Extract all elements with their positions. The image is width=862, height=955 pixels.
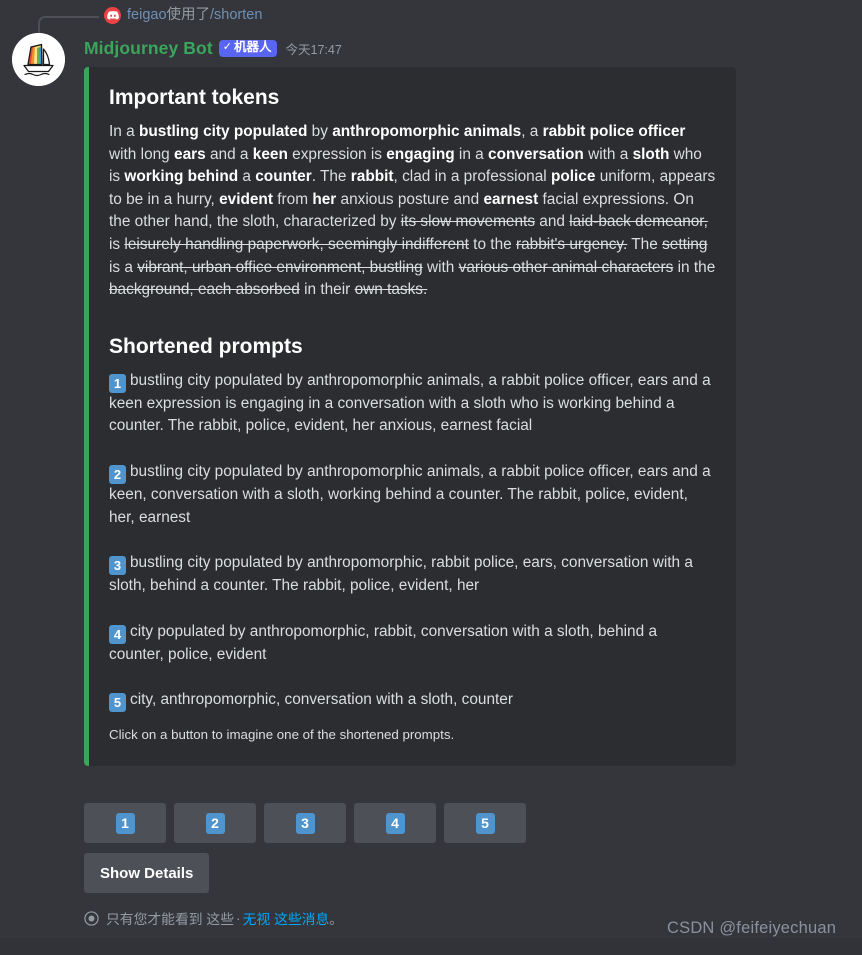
button-number-keycap: 1 [115,812,135,834]
token-segment: rabbit police officer [542,123,686,140]
token-segment: various other animal characters [458,258,674,276]
embed-container: Important tokens In a bustling city popu… [84,67,736,767]
token-segment: sloth [632,145,670,163]
bot-badge-label: 机器人 [233,40,272,55]
page-background-bottom [0,938,862,955]
token-segment: working behind [124,168,239,186]
dismiss-messages-link[interactable]: 这些消息 [274,908,329,928]
prompt-text: bustling city populated by anthropomorph… [109,554,693,595]
reply-connector-line-horizontal [62,16,99,18]
embed-title-important-tokens: Important tokens [109,86,280,109]
imagine-prompt-button-1[interactable]: 1 [84,803,166,843]
token-segment: own tasks. [354,281,428,299]
token-segment: rabbit [350,168,394,186]
ephemeral-text-after: 。 [329,912,344,927]
shortened-prompt-item: 5 city, anthropomorphic, conversation wit… [109,689,716,713]
discord-logo-icon [104,7,121,24]
token-segment: police [550,168,596,186]
prompt-number-keycap: 3 [109,556,126,576]
button-number-keycap: 3 [295,812,315,834]
midjourney-sailboat-icon [12,33,65,86]
token-segment: counter [255,168,312,186]
token-segment: anthropomorphic animals [332,123,522,140]
token-segment: earnest [483,190,539,208]
eye-icon [84,910,99,926]
shortened-prompt-item: 3 bustling city populated by anthropomorp… [109,552,716,598]
ephemeral-separator: · [236,910,241,926]
token-segment: engaging [386,145,455,163]
author-name[interactable]: Midjourney Bot [84,38,213,59]
token-segment: her [312,190,337,208]
imagine-prompt-button-5[interactable]: 5 [444,803,526,843]
button-number-keycap: 4 [385,812,405,834]
shortened-prompt-item: 2 bustling city populated by anthropomorp… [109,461,716,529]
prompt-text: bustling city populated by anthropomorph… [109,462,711,526]
imagine-prompt-button-2[interactable]: 2 [174,803,256,843]
avatar[interactable] [12,33,65,86]
dismiss-link[interactable]: 无视 [243,908,271,928]
button-number-keycap: 2 [205,812,225,834]
command-context-row: feigao使用了/shorten [0,0,862,38]
token-segment: ears [174,145,206,163]
show-details-label: Show Details [100,864,194,882]
token-segment: evident [219,190,273,208]
prompt-text: city populated by anthropomorphic, rabbi… [109,622,658,663]
embed-title-shortened-prompts: Shortened prompts [109,334,303,358]
watermark: CSDN @feifeiyechuan [667,919,837,937]
ephemeral-notice: 只有您才能看到 这些 · 无视 这些消息 。 [84,908,343,928]
slash-command-name[interactable]: /shorten [210,7,262,23]
prompt-number-keycap: 4 [109,624,126,644]
prompt-number-keycap: 1 [109,373,126,393]
message-author-row: Midjourney Bot ✓ 机器人 今天17:47 [84,36,342,60]
token-segment: conversation [488,145,584,163]
command-user-name[interactable]: feigao [127,7,167,23]
token-segment: leisurely handling paperwork, seemingly … [124,235,469,253]
important-tokens-paragraph: In a bustling city populated by anthropo… [109,123,716,299]
token-segment: its slow movements [400,213,536,231]
token-segment: vibrant, urban office environment, bustl… [137,258,423,276]
show-details-button[interactable]: Show Details [84,853,210,893]
imagine-prompt-button-4[interactable]: 4 [354,803,436,843]
button-number-keycap: 5 [475,812,495,834]
token-segment: background, each absorbed [109,281,300,299]
bot-badge: ✓ 机器人 [218,39,277,57]
token-segment: bustling city populated [138,123,308,140]
embed-footnote: Click on a button to imagine one of the … [109,727,455,743]
prompt-text: bustling city populated by anthropomorph… [109,371,711,435]
shortened-prompt-item: 1 bustling city populated by anthropomorp… [109,370,716,438]
token-segment: keen [252,145,288,163]
command-usage-text: feigao使用了/shorten [127,6,262,25]
token-segment: laid-back demeanor, [569,213,708,231]
command-used-label: 使用了 [166,7,211,23]
token-segment: setting [662,235,708,253]
prompt-number-keycap: 2 [109,464,126,484]
prompt-text: city, anthropomorphic, conversation with… [130,691,513,709]
token-segment: rabbit's urgency. [515,235,628,253]
details-button-row: Show Details [84,853,210,893]
verified-check-icon: ✓ [222,41,232,53]
imagine-prompt-button-3[interactable]: 3 [264,803,346,843]
shortened-prompt-list: 1 bustling city populated by anthropomorp… [109,370,716,713]
shortened-prompt-item: 4 city populated by anthropomorphic, rabb… [109,621,716,667]
message-timestamp: 今天17:47 [285,42,342,57]
prompt-number-keycap: 5 [109,693,126,713]
ephemeral-text-before: 只有您才能看到 这些 [106,912,235,927]
numbered-button-row: 1 2 3 4 5 [84,803,526,843]
